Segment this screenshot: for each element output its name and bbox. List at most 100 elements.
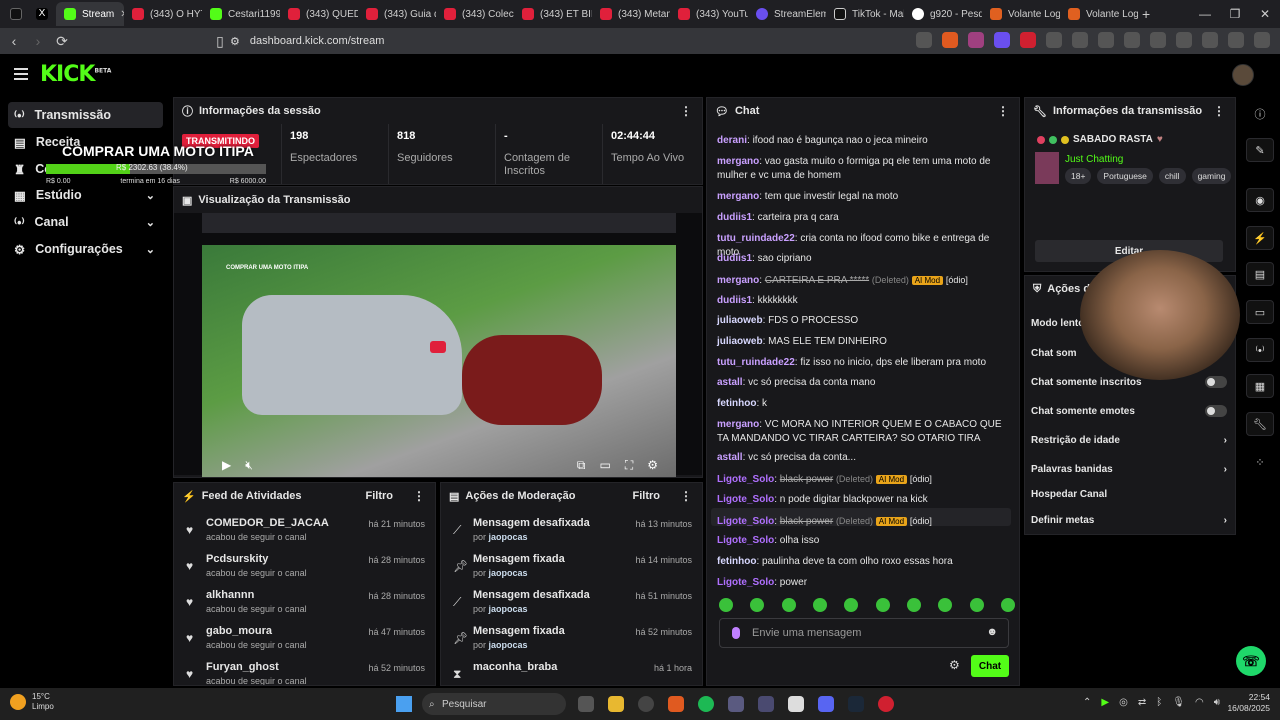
reload-icon[interactable]: ⟳ <box>52 33 72 50</box>
chat-input[interactable]: Envie uma mensagem ☻ <box>719 618 1009 648</box>
chat-message[interactable]: astall: vc só precisa da conta mano <box>717 376 1007 390</box>
emote-icon[interactable] <box>1000 598 1015 612</box>
broadcast-icon[interactable]: ⁽•⁾ <box>1246 338 1274 362</box>
close-window-icon[interactable]: ✕ <box>1250 7 1280 21</box>
extension-icon[interactable] <box>1176 32 1192 48</box>
share-icon[interactable] <box>916 32 932 48</box>
chat-username[interactable]: dudiis1 <box>717 253 752 264</box>
video-player[interactable]: COMPRAR UMA MOTO ITIPA ▶ 🔇︎ ⧉ ▭ ⛶ ⚙ <box>174 213 702 477</box>
chat-username[interactable]: mergano <box>717 275 759 286</box>
action-banned-words[interactable]: Palavras banidas › <box>1031 460 1227 478</box>
app-icon[interactable] <box>878 696 894 712</box>
new-tab-icon[interactable]: + <box>1142 6 1150 22</box>
filter-button[interactable]: Filtro <box>633 490 661 502</box>
chat-username[interactable]: tutu_ruindade22 <box>717 357 795 368</box>
clock[interactable]: 22:54 16/08/2025 <box>1227 692 1270 714</box>
folder-icon[interactable] <box>608 696 624 712</box>
layout-icon[interactable]: ▦ <box>1246 374 1274 398</box>
extension-icon[interactable] <box>994 32 1010 48</box>
chat-message[interactable]: mergano: VC MORA NO INTERIOR QUEM E O CA… <box>717 418 1007 446</box>
pip-icon[interactable]: ⧉ <box>577 458 586 473</box>
toggle-switch[interactable] <box>1205 405 1227 417</box>
extension-icon[interactable] <box>1124 32 1140 48</box>
extension-icon[interactable] <box>1020 32 1036 48</box>
extension-icon[interactable] <box>1098 32 1114 48</box>
brave-icon[interactable] <box>668 696 684 712</box>
chat-message[interactable]: mergano: vao gasta muito o formiga pq el… <box>717 155 1007 183</box>
tab-youtube-5[interactable]: (343) ET BILU… <box>514 2 592 26</box>
mic-icon[interactable]: 🎙︎ <box>1172 697 1185 708</box>
tab-youtube-3[interactable]: (343) Guia d… <box>358 2 436 26</box>
tab-kick-cestari[interactable]: Cestari1199 <box>202 2 280 26</box>
emote-icon[interactable] <box>969 598 984 612</box>
sidebar-item-canal[interactable]: ⁽•⁾ Canal ⌄ <box>8 209 163 235</box>
chat-message[interactable]: derani: ifood nao é bagunça nao o jeca m… <box>717 134 1007 148</box>
chat-username[interactable]: mergano <box>717 419 759 430</box>
emote-icon[interactable] <box>938 598 953 612</box>
forward-icon[interactable]: › <box>28 33 48 49</box>
action-age-restriction[interactable]: Restrição de idade › <box>1031 431 1227 449</box>
play-icon[interactable]: ▶ <box>1101 697 1109 708</box>
tab-x2[interactable]: X <box>30 2 56 26</box>
chat-message[interactable]: mergano: CARTEIRA E PRA ***** (Deleted) … <box>717 273 1007 288</box>
chat-message[interactable]: Ligote_Solo: black power (Deleted) AI Mo… <box>717 514 1007 529</box>
chat-message[interactable]: dudiis1: carteira pra q cara <box>717 211 1007 225</box>
help-button[interactable]: ☏ <box>1236 646 1266 676</box>
bookmark-icon[interactable]: ▯ <box>210 33 230 50</box>
theater-icon[interactable]: ▭ <box>599 458 610 472</box>
wifi-icon[interactable]: ◠ <box>1195 697 1204 708</box>
steam-icon[interactable] <box>848 696 864 712</box>
tab-stream[interactable]: Stream✕ <box>56 2 124 26</box>
chat-message[interactable]: Ligote_Solo: olha isso <box>717 534 1007 548</box>
chat-message[interactable]: tutu_ruindade22: fiz isso no inicio, dps… <box>717 356 1007 370</box>
action-subscribers-only[interactable]: Chat somente inscritos <box>1031 373 1227 391</box>
chat-message[interactable]: dudiis1: kkkkkkkk <box>717 294 1007 308</box>
sidebar-item-transmissao[interactable]: ⁽•⁾ Transmissão <box>8 102 163 128</box>
emote-icon[interactable] <box>812 598 827 612</box>
document-icon[interactable]: ▤ <box>1246 262 1274 286</box>
chat-username[interactable]: mergano <box>717 156 759 167</box>
windows-start-icon[interactable] <box>396 696 412 712</box>
site-info-icon[interactable]: ⚙ <box>230 35 240 48</box>
chevron-up-icon[interactable]: ⌃ <box>1083 697 1091 708</box>
chat-username[interactable]: juliaoweb <box>717 315 763 326</box>
chat-username[interactable]: derani <box>717 135 747 146</box>
chat-username[interactable]: mergano <box>717 191 759 202</box>
tab-youtube-1[interactable]: (343) O HYT… <box>124 2 202 26</box>
chat-username[interactable]: dudiis1 <box>717 295 752 306</box>
tab-youtube-6[interactable]: (343) Metam… <box>592 2 670 26</box>
weather-widget[interactable]: 15°C Limpo <box>10 692 54 712</box>
info-icon[interactable]: ⓘ <box>1246 102 1274 126</box>
chat-message[interactable]: Ligote_Solo: black power (Deleted) AI Mo… <box>717 472 1007 487</box>
chat-message[interactable]: juliaoweb: MAS ELE TEM DINHEIRO <box>717 335 1007 349</box>
chat-username[interactable]: astall <box>717 452 743 463</box>
chat-username[interactable]: tutu_ruindade22 <box>717 233 795 244</box>
volume-icon[interactable]: 🔊︎ <box>1214 697 1220 708</box>
app-icon[interactable] <box>728 696 744 712</box>
play-overlay-icon[interactable] <box>430 341 446 353</box>
tab-youtube-2[interactable]: (343) QUEDA <box>280 2 358 26</box>
lightning-icon[interactable]: ⚡ <box>1246 226 1274 250</box>
chat-username[interactable]: Ligote_Solo <box>717 535 774 546</box>
emote-icon[interactable] <box>719 598 733 612</box>
bluetooth-icon[interactable]: ᛒ <box>1156 697 1162 708</box>
maximize-icon[interactable]: ❐ <box>1220 7 1250 21</box>
emote-icon[interactable] <box>844 598 859 612</box>
network-icon[interactable]: ⇄ <box>1138 697 1146 708</box>
emote-icon[interactable] <box>750 598 765 612</box>
tab-volante-2[interactable]: Volante Log… <box>1060 2 1138 26</box>
chat-username[interactable]: fetinhoo <box>717 556 756 567</box>
chat-username[interactable]: Ligote_Solo <box>717 516 774 527</box>
user-avatar[interactable] <box>1232 64 1254 86</box>
file-icon[interactable] <box>788 696 804 712</box>
emote-icon[interactable] <box>906 598 921 612</box>
more-options-icon[interactable]: ⋮ <box>413 489 425 503</box>
emote-icon[interactable] <box>875 598 890 612</box>
spotify-icon[interactable] <box>698 696 714 712</box>
action-set-goals[interactable]: Definir metas › <box>1031 511 1227 529</box>
hamburger-icon[interactable] <box>14 68 28 80</box>
chat-message[interactable]: dudiis1: sao cipriano <box>717 252 1007 266</box>
more-options-icon[interactable]: ⋮ <box>997 104 1009 118</box>
chat-message[interactable]: Ligote_Solo: n pode digitar blackpower n… <box>717 493 1007 507</box>
chat-message[interactable]: Ligote_Solo: power <box>717 576 1007 590</box>
